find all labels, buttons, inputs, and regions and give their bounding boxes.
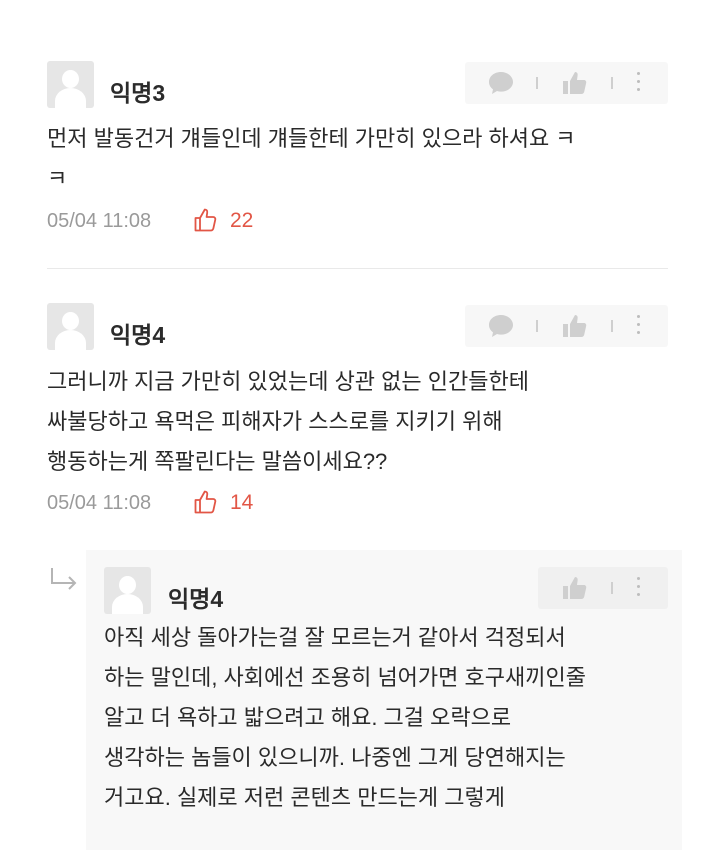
speech-bubble-icon[interactable] <box>487 313 515 339</box>
comment-text: 그러니까 지금 가만히 있었는데 상관 없는 인간들한테 싸불당하고 욕먹은 피… <box>47 369 529 474</box>
thumbs-up-icon[interactable] <box>560 70 588 96</box>
thumbs-up-outline-icon <box>194 490 217 514</box>
comment-divider <box>47 268 668 269</box>
more-vertical-icon[interactable] <box>637 315 641 339</box>
like-count: 22 <box>230 209 254 232</box>
comment-author[interactable]: 익명4 <box>110 316 165 350</box>
avatar[interactable] <box>104 567 151 614</box>
more-vertical-icon[interactable] <box>637 72 641 96</box>
comment-author[interactable]: 익명3 <box>110 74 165 108</box>
action-separator <box>536 320 538 332</box>
more-vertical-icon[interactable] <box>637 577 641 601</box>
action-separator <box>536 77 538 89</box>
action-separator <box>611 320 613 332</box>
thumbs-up-icon[interactable] <box>560 575 588 601</box>
action-separator <box>611 582 613 594</box>
thumbs-up-icon[interactable] <box>560 313 588 339</box>
reply-item: 익명4 아직 세상 돌아가는걸 잘 모르는거 같아서 걱정되서 하는 말인데, … <box>86 550 682 850</box>
reply-author[interactable]: 익명4 <box>168 580 223 614</box>
reply-actions <box>538 567 668 609</box>
comment-actions <box>465 305 668 347</box>
reply-arrow-icon <box>51 568 77 590</box>
comment-timestamp: 05/04 11:08 <box>47 210 152 232</box>
speech-bubble-icon[interactable] <box>487 70 515 96</box>
comment-text: 먼저 발동건거 걔들인데 걔들한테 가만히 있으라 하셔요 ㅋ ㅋ <box>47 126 576 191</box>
avatar[interactable] <box>47 303 94 350</box>
action-separator <box>611 77 613 89</box>
comment-timestamp: 05/04 11:08 <box>47 492 152 514</box>
like-count: 14 <box>230 491 254 514</box>
thumbs-up-outline-icon <box>194 208 217 232</box>
comment-actions <box>465 62 668 104</box>
avatar[interactable] <box>47 61 94 108</box>
reply-text: 아직 세상 돌아가는걸 잘 모르는거 같아서 걱정되서 하는 말인데, 사회에선… <box>104 625 586 810</box>
